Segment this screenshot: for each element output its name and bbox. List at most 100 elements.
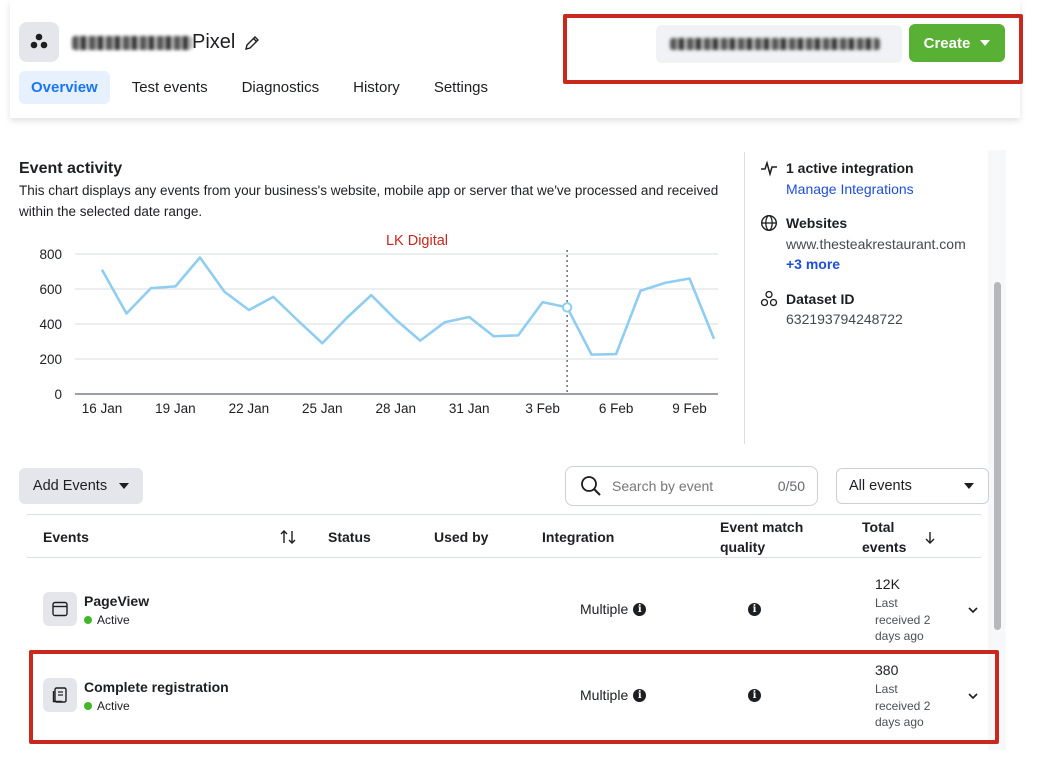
event-total-count: 380	[875, 662, 899, 678]
globe-icon	[760, 214, 778, 232]
webpage-icon	[43, 592, 77, 626]
tab-overview[interactable]: Overview	[19, 71, 110, 104]
sidebar-divider	[744, 152, 745, 444]
last-received-line1: Last	[875, 682, 898, 696]
info-icon[interactable]: i	[748, 689, 761, 702]
x-tick-label: 22 Jan	[229, 401, 270, 416]
last-received-line3: days ago	[875, 715, 924, 729]
column-emq-line1: Event match	[720, 519, 804, 535]
event-filter-value: All events	[849, 478, 912, 494]
info-icon[interactable]: i	[748, 603, 761, 616]
column-total-line2: events	[862, 539, 907, 555]
event-integration: Multiple i	[580, 601, 647, 617]
last-received-line3: days ago	[875, 629, 924, 643]
column-events[interactable]: Events	[43, 515, 89, 559]
pencil-icon[interactable]	[243, 34, 261, 52]
event-status-label: Active	[97, 613, 130, 627]
dataset-id-value: 632193794248722	[786, 311, 903, 327]
last-received-line2: received 2	[875, 612, 931, 627]
event-total: 380 Last received 2 days ago	[875, 662, 930, 731]
event-status-label: Active	[97, 699, 130, 713]
event-last-received: Last received 2 days ago	[875, 681, 930, 731]
event-search-box[interactable]: 0/50	[565, 466, 818, 506]
last-received-line2: received 2	[875, 698, 931, 713]
create-button[interactable]: Create	[909, 24, 1005, 62]
event-integration-label: Multiple	[580, 601, 629, 617]
x-tick-label: 9 Feb	[672, 401, 707, 416]
x-tick-label: 25 Jan	[302, 401, 343, 416]
add-events-button[interactable]: Add Events	[19, 468, 143, 504]
x-tick-label: 28 Jan	[375, 401, 416, 416]
event-filter-dropdown[interactable]: All events	[836, 468, 989, 504]
tab-diagnostics[interactable]: Diagnostics	[230, 71, 332, 104]
event-status: Active	[84, 613, 130, 627]
table-row[interactable]: PageView Active Multiple i i 12K Last re…	[27, 566, 981, 652]
info-icon[interactable]: i	[633, 602, 647, 616]
column-total-events[interactable]: Total events	[862, 515, 906, 559]
column-event-match-quality[interactable]: Event match quality	[720, 515, 803, 559]
sort-icon[interactable]	[279, 529, 297, 545]
search-icon	[581, 476, 601, 496]
event-integration-label: Multiple	[580, 687, 629, 703]
column-total-line1: Total	[862, 519, 895, 535]
manage-integrations-link[interactable]: Manage Integrations	[786, 179, 914, 200]
create-button-label: Create	[923, 34, 971, 52]
active-status-dot	[84, 616, 92, 624]
page-header: Pixel Overview Test events Diagnostics H…	[10, 0, 1020, 118]
scrollbar-thumb[interactable]	[994, 282, 1001, 630]
search-input[interactable]	[612, 478, 762, 494]
event-total-count: 12K	[875, 576, 900, 592]
series-line	[100, 256, 716, 356]
info-icon[interactable]: i	[633, 688, 647, 702]
dataset-icon	[30, 33, 48, 49]
tab-history[interactable]: History	[341, 71, 412, 104]
last-received-line1: Last	[875, 596, 898, 610]
chevron-down-icon[interactable]	[967, 604, 979, 616]
websites-row: Websites www.thesteakrestaurant.com +3 m…	[760, 213, 990, 275]
redacted-name	[72, 35, 192, 50]
event-activity-chart[interactable]: LK Digital 0 200 400 600 800 16 Jan 19 Jan 22 Ja…	[15, 228, 735, 428]
active-status-dot	[84, 702, 92, 710]
integration-count: 1 active integration	[786, 160, 914, 176]
more-websites-link[interactable]: +3 more	[786, 254, 966, 275]
chevron-down-icon[interactable]	[967, 690, 979, 702]
event-status: Active	[84, 699, 130, 713]
registration-form-icon	[43, 678, 77, 712]
y-tick-label: 800	[39, 247, 62, 262]
caret-down-icon	[980, 40, 991, 46]
redacted-account	[670, 38, 880, 50]
integration-row: 1 active integration Manage Integrations	[760, 158, 990, 199]
pixel-avatar	[19, 22, 59, 62]
event-total: 12K Last received 2 days ago	[875, 576, 930, 645]
column-used-by[interactable]: Used by	[434, 515, 488, 559]
website-url: www.thesteakrestaurant.com	[786, 235, 966, 252]
dataset-icon	[760, 290, 778, 306]
pixel-title: Pixel	[72, 31, 261, 54]
event-activity-description: This chart displays any events from your…	[19, 183, 719, 219]
x-tick-label: 3 Feb	[525, 401, 560, 416]
dataset-row: Dataset ID 632193794248722	[760, 289, 990, 330]
event-name[interactable]: PageView	[84, 593, 149, 609]
dataset-info-panel: 1 active integration Manage Integrations…	[760, 158, 990, 344]
x-tick-label: 31 Jan	[449, 401, 490, 416]
pixel-title-suffix: Pixel	[192, 31, 236, 53]
y-tick-label: 400	[39, 317, 62, 332]
column-emq-line2: quality	[720, 539, 766, 555]
caret-down-icon	[119, 483, 130, 489]
events-table-header: Events Status Used by Integration Event …	[27, 514, 981, 558]
column-integration[interactable]: Integration	[542, 515, 614, 559]
search-count: 0/50	[777, 478, 805, 494]
table-row[interactable]: Complete registration Active Multiple i …	[27, 652, 981, 738]
x-tick-label: 19 Jan	[155, 401, 196, 416]
account-selector[interactable]	[656, 25, 902, 63]
event-name[interactable]: Complete registration	[84, 679, 229, 695]
add-events-label: Add Events	[32, 478, 108, 494]
tab-settings[interactable]: Settings	[422, 71, 500, 104]
y-tick-label: 600	[39, 282, 62, 297]
websites-label: Websites	[786, 215, 848, 231]
column-status[interactable]: Status	[328, 515, 371, 559]
hover-point	[561, 302, 573, 313]
tab-test-events[interactable]: Test events	[120, 71, 220, 104]
arrow-down-icon[interactable]	[924, 531, 936, 545]
event-last-received: Last received 2 days ago	[875, 595, 930, 645]
